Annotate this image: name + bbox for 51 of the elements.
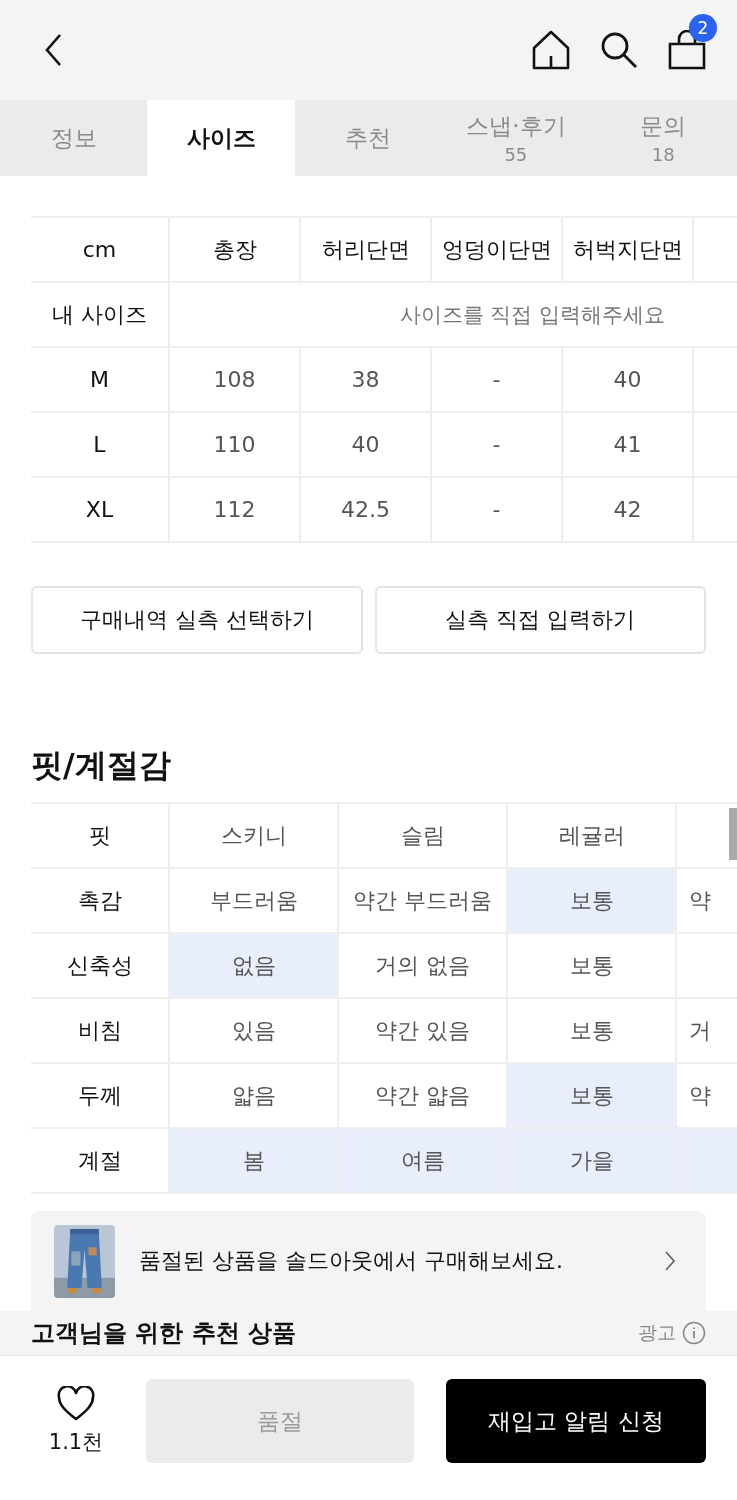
table-cell: 41 (563, 413, 694, 478)
option-cell: 슬림 (339, 804, 508, 869)
column-header: cm (31, 218, 170, 283)
table-cell: - (432, 348, 563, 413)
option-cell: 보통 (508, 1064, 677, 1129)
row-label: 핏 (31, 804, 170, 869)
table-cell: 112 (170, 478, 301, 543)
option-cell: 있음 (170, 999, 339, 1064)
heart-icon[interactable] (56, 1386, 96, 1422)
ad-label: 광고 (638, 1320, 676, 1345)
size-label: L (31, 413, 170, 478)
home-icon[interactable] (531, 30, 571, 70)
table-cell: 42 (563, 478, 694, 543)
option-cell: 약 (677, 869, 737, 934)
chevron-right-icon (664, 1250, 676, 1272)
option-cell: 거의 없음 (339, 934, 508, 999)
info-icon[interactable] (682, 1321, 706, 1345)
tab[interactable]: 사이즈 (147, 100, 295, 176)
table-cell: - (432, 413, 563, 478)
table-cell: 108 (170, 348, 301, 413)
restock-alert-button[interactable]: 재입고 알림 신청 (446, 1379, 706, 1463)
table-cell: 40 (301, 413, 432, 478)
table-cell: - (432, 478, 563, 543)
back-icon[interactable] (44, 33, 64, 67)
table-cell: 42.5 (301, 478, 432, 543)
option-cell: 스키니 (170, 804, 339, 869)
option-cell: 없음 (170, 934, 339, 999)
option-cell: 가을 (508, 1129, 677, 1194)
banner-text: 품절된 상품을 솔드아웃에서 구매해보세요. (139, 1247, 564, 1275)
soldout-banner[interactable]: 품절된 상품을 솔드아웃에서 구매해보세요. (31, 1211, 706, 1311)
size-label: XL (31, 478, 170, 543)
size-label: M (31, 348, 170, 413)
option-cell: 여름 (339, 1129, 508, 1194)
size-button[interactable]: 실측 직접 입력하기 (374, 586, 706, 654)
row-label: 두께 (31, 1064, 170, 1129)
table-cell: 40 (563, 348, 694, 413)
row-label: 비침 (31, 999, 170, 1064)
cart-count-badge: 2 (689, 14, 717, 42)
option-cell: 보통 (508, 869, 677, 934)
option-cell: 봄 (170, 1129, 339, 1194)
size-button[interactable]: 구매내역 실측 선택하기 (31, 586, 363, 654)
row-label: 촉감 (31, 869, 170, 934)
table-cell: 38 (301, 348, 432, 413)
table-cell: 110 (170, 413, 301, 478)
option-cell: 약간 있음 (339, 999, 508, 1064)
section-title: 고객님을 위한 추천 상품 (31, 1318, 297, 1349)
search-icon[interactable] (599, 30, 639, 70)
like-count: 1.1천 (48, 1429, 104, 1456)
option-cell: 보통 (508, 934, 677, 999)
section-title: 핏/계절감 (31, 745, 172, 786)
option-cell: 거 (677, 999, 737, 1064)
